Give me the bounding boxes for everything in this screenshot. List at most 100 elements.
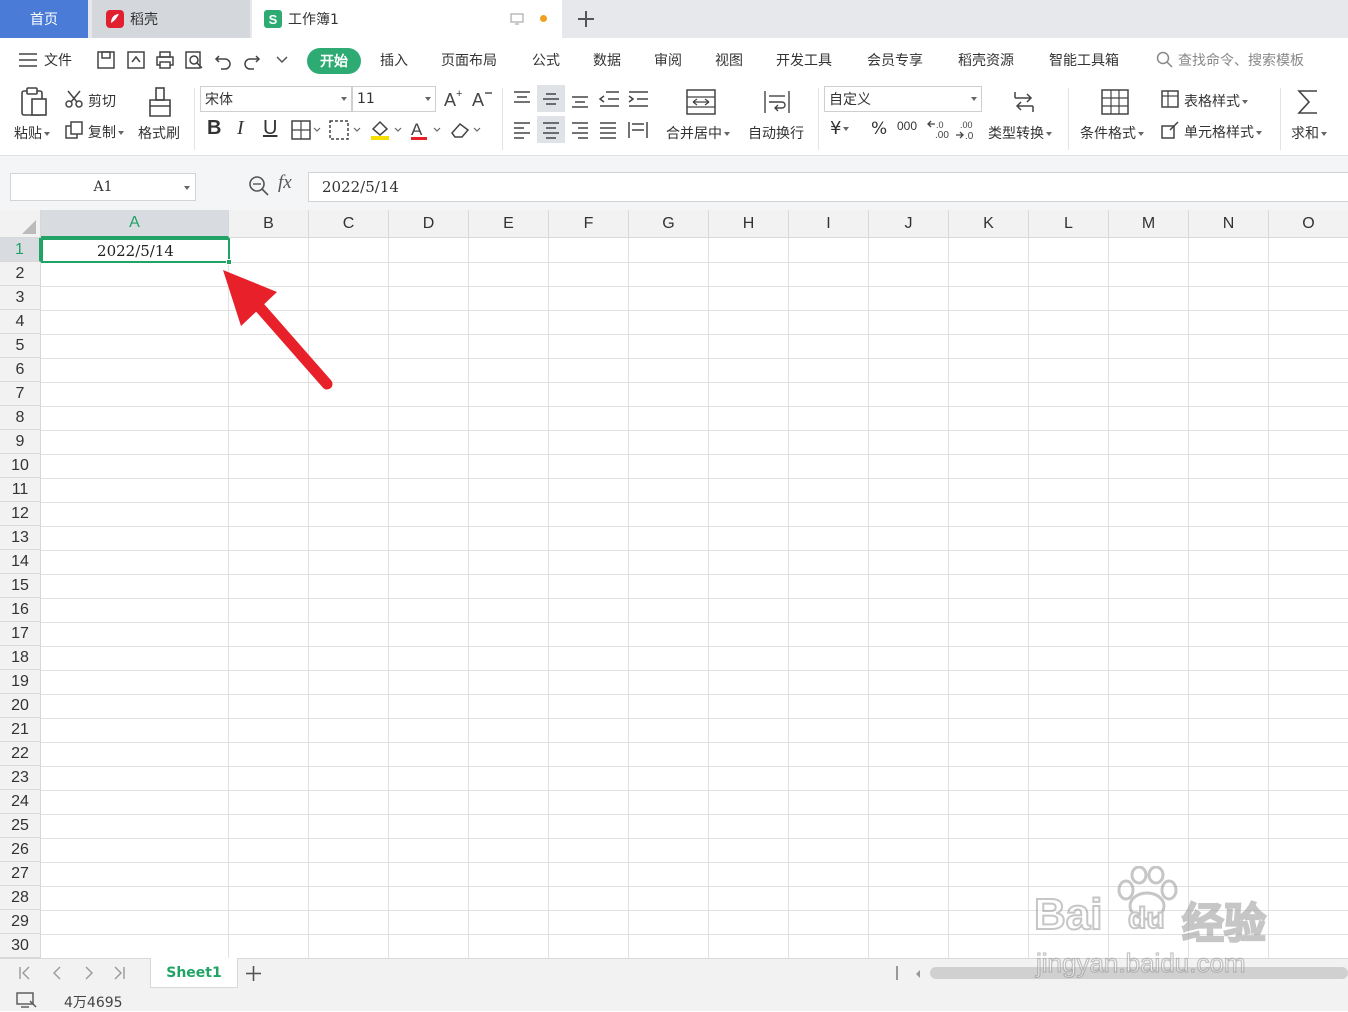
row-header-1[interactable]: 1 bbox=[0, 238, 41, 262]
selected-cell-a1[interactable]: 2022/5/14 bbox=[41, 238, 230, 263]
row-header-17[interactable]: 17 bbox=[0, 622, 41, 646]
menu-formulas[interactable]: 公式 bbox=[532, 50, 560, 70]
number-format-select[interactable]: 自定义 bbox=[824, 86, 982, 112]
wrap-text-icon[interactable] bbox=[762, 88, 792, 116]
next-sheet-icon[interactable] bbox=[82, 966, 96, 980]
fill-color-icon[interactable] bbox=[369, 119, 403, 141]
column-header-i[interactable]: I bbox=[789, 210, 869, 238]
tab-workbook[interactable]: S 工作簿1 bbox=[252, 0, 562, 38]
row-header-7[interactable]: 7 bbox=[0, 382, 41, 406]
copy-icon[interactable] bbox=[64, 120, 84, 140]
font-size-select[interactable]: 11 bbox=[352, 86, 436, 112]
paste-icon[interactable] bbox=[18, 86, 50, 118]
row-header-15[interactable]: 15 bbox=[0, 574, 41, 598]
undo-icon[interactable] bbox=[213, 50, 233, 70]
redo-icon[interactable] bbox=[242, 50, 262, 70]
quick-access-dropdown-icon[interactable] bbox=[276, 56, 288, 64]
row-header-23[interactable]: 23 bbox=[0, 766, 41, 790]
macro-record-icon[interactable] bbox=[16, 992, 38, 1009]
column-header-c[interactable]: C bbox=[309, 210, 389, 238]
font-name-select[interactable]: 宋体 bbox=[200, 86, 352, 112]
menu-page-layout[interactable]: 页面布局 bbox=[441, 50, 497, 70]
increase-decimal-icon[interactable]: .00 .0 bbox=[926, 118, 950, 142]
name-box-dropdown-icon[interactable] bbox=[184, 186, 190, 190]
column-header-h[interactable]: H bbox=[709, 210, 789, 238]
merge-center-icon[interactable] bbox=[685, 88, 717, 116]
row-header-14[interactable]: 14 bbox=[0, 550, 41, 574]
new-tab-plus-icon[interactable] bbox=[576, 9, 596, 29]
decrease-indent-icon[interactable] bbox=[598, 89, 620, 109]
menu-file[interactable]: 文件 bbox=[44, 50, 72, 70]
menu-docer-resources[interactable]: 稻壳资源 bbox=[958, 50, 1014, 70]
scroll-left-icon[interactable] bbox=[914, 969, 922, 979]
row-header-5[interactable]: 5 bbox=[0, 334, 41, 358]
format-painter-icon[interactable] bbox=[146, 86, 174, 118]
row-header-20[interactable]: 20 bbox=[0, 694, 41, 718]
menu-smart-toolbox[interactable]: 智能工具箱 bbox=[1049, 50, 1119, 70]
thousands-separator-button[interactable]: 000 bbox=[897, 119, 917, 133]
menu-developer[interactable]: 开发工具 bbox=[776, 50, 832, 70]
increase-indent-icon[interactable] bbox=[627, 89, 649, 109]
row-header-27[interactable]: 27 bbox=[0, 862, 41, 886]
sum-button[interactable]: 求和 bbox=[1291, 123, 1327, 143]
column-header-n[interactable]: N bbox=[1189, 210, 1269, 238]
column-header-g[interactable]: G bbox=[629, 210, 709, 238]
wrap-text-button[interactable]: 自动换行 bbox=[748, 123, 804, 143]
column-header-k[interactable]: K bbox=[949, 210, 1029, 238]
align-left-icon[interactable] bbox=[512, 120, 532, 140]
monitor-icon[interactable] bbox=[510, 12, 524, 26]
row-header-9[interactable]: 9 bbox=[0, 430, 41, 454]
column-header-f[interactable]: F bbox=[549, 210, 629, 238]
fx-button[interactable]: fx bbox=[278, 172, 292, 194]
table-style-icon[interactable] bbox=[1160, 89, 1180, 109]
sum-icon[interactable] bbox=[1296, 88, 1322, 116]
cut-button[interactable]: 剪切 bbox=[88, 91, 116, 111]
conditional-format-icon[interactable] bbox=[1100, 88, 1130, 116]
tab-docer[interactable]: 稻壳 bbox=[92, 0, 250, 38]
row-header-6[interactable]: 6 bbox=[0, 358, 41, 382]
command-search[interactable]: 查找命令、搜索模板 bbox=[1156, 50, 1304, 70]
scissors-icon[interactable] bbox=[64, 89, 84, 109]
decrease-decimal-icon[interactable]: .00 .0 bbox=[954, 118, 978, 142]
menu-view[interactable]: 视图 bbox=[715, 50, 743, 70]
tab-home[interactable]: 首页 bbox=[0, 0, 88, 38]
currency-button[interactable]: ¥ bbox=[830, 118, 850, 139]
column-header-e[interactable]: E bbox=[469, 210, 549, 238]
save-icon[interactable] bbox=[96, 50, 116, 70]
column-header-a[interactable]: A bbox=[41, 210, 229, 238]
menu-review[interactable]: 审阅 bbox=[654, 50, 682, 70]
justify-icon[interactable] bbox=[598, 120, 618, 140]
menu-data[interactable]: 数据 bbox=[593, 50, 621, 70]
borders-icon[interactable] bbox=[291, 120, 321, 140]
row-header-12[interactable]: 12 bbox=[0, 502, 41, 526]
conditional-format-button[interactable]: 条件格式 bbox=[1080, 123, 1144, 143]
paste-button[interactable]: 粘贴 bbox=[14, 123, 50, 143]
align-middle-button[interactable] bbox=[537, 85, 565, 112]
cell-style-icon[interactable] bbox=[1160, 120, 1180, 140]
format-painter-button[interactable]: 格式刷 bbox=[138, 123, 180, 143]
cell-style-button[interactable]: 单元格样式 bbox=[1184, 122, 1262, 142]
row-header-18[interactable]: 18 bbox=[0, 646, 41, 670]
add-sheet-icon[interactable] bbox=[245, 965, 262, 982]
row-header-28[interactable]: 28 bbox=[0, 886, 41, 910]
cell-fill-pattern-icon[interactable] bbox=[329, 120, 361, 140]
row-header-13[interactable]: 13 bbox=[0, 526, 41, 550]
italic-button[interactable]: I bbox=[237, 117, 244, 140]
column-header-o[interactable]: O bbox=[1269, 210, 1348, 238]
merge-center-button[interactable]: 合并居中 bbox=[666, 123, 730, 143]
menu-member[interactable]: 会员专享 bbox=[867, 50, 923, 70]
column-header-m[interactable]: M bbox=[1109, 210, 1189, 238]
distributed-align-icon[interactable] bbox=[627, 120, 649, 140]
export-icon[interactable] bbox=[126, 50, 146, 70]
clear-format-icon[interactable] bbox=[449, 120, 483, 140]
spreadsheet-grid[interactable]: ABCDEFGHIJKLMNO 1 2 3 4 5 6 7 8 9 10 11 12 13 14 15 16 1… bbox=[0, 210, 1348, 958]
type-convert-icon[interactable] bbox=[1010, 88, 1038, 116]
row-header-3[interactable]: 3 bbox=[0, 286, 41, 310]
row-header-24[interactable]: 24 bbox=[0, 790, 41, 814]
font-color-icon[interactable]: A bbox=[409, 119, 443, 141]
row-header-8[interactable]: 8 bbox=[0, 406, 41, 430]
formula-input[interactable]: 2022/5/14 bbox=[308, 172, 1348, 202]
prev-sheet-icon[interactable] bbox=[50, 966, 64, 980]
bold-button[interactable]: B bbox=[207, 117, 221, 140]
table-style-button[interactable]: 表格样式 bbox=[1184, 91, 1248, 111]
